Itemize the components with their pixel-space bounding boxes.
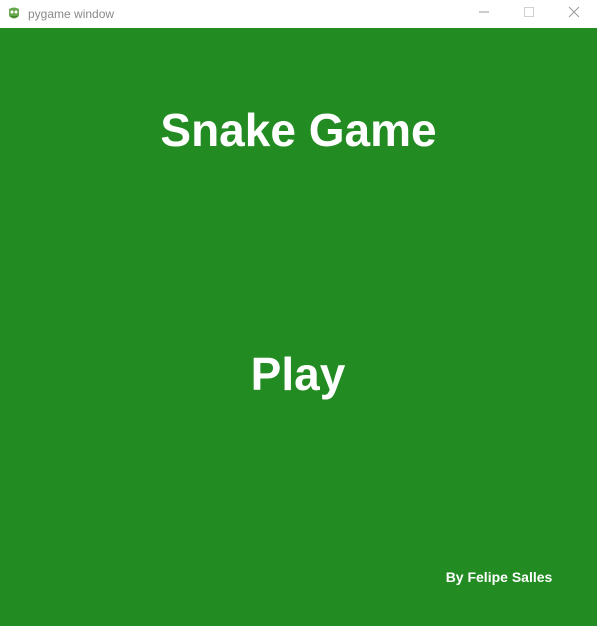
title-bar[interactable]: pygame window	[0, 0, 597, 28]
minimize-icon	[478, 5, 490, 23]
close-button[interactable]	[551, 0, 597, 28]
game-title: Snake Game	[160, 104, 437, 156]
pygame-window: pygame window Snake Game Play By Felipe …	[0, 0, 597, 628]
maximize-icon	[523, 5, 535, 23]
close-icon	[568, 5, 580, 23]
window-title: pygame window	[28, 7, 115, 21]
game-canvas: Snake Game Play By Felipe Salles	[0, 28, 597, 626]
play-button[interactable]: Play	[218, 342, 378, 406]
credits-text: By Felipe Salles	[445, 569, 553, 585]
maximize-button[interactable]	[506, 0, 552, 28]
minimize-button[interactable]	[461, 0, 507, 28]
pygame-snake-icon	[6, 6, 22, 22]
